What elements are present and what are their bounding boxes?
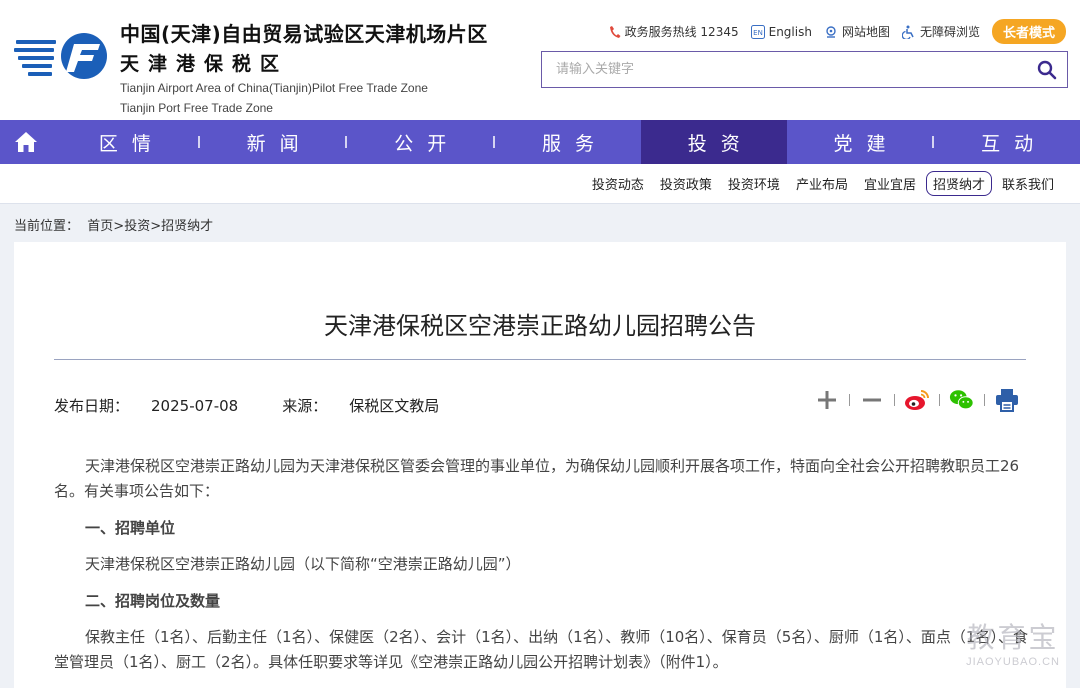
nav-item-label: 服务 (542, 132, 609, 155)
article-source: 来源： 保税区文教局 (282, 397, 461, 415)
search-box (541, 51, 1068, 88)
site-title-en-2: Tianjin Port Free Trade Zone (120, 101, 273, 115)
print-button[interactable] (994, 387, 1020, 413)
tool-divider (939, 394, 940, 406)
nav-item-invest[interactable]: 投资 (640, 120, 787, 164)
top-links: 政务服务热线 12345 EN English 网站地图 无障碍浏览 长者模式 (609, 19, 1066, 44)
share-weibo-button[interactable] (904, 387, 930, 413)
source-value: 保税区文教局 (349, 397, 440, 415)
subnav-item-recruit[interactable]: 招贤纳才 (925, 171, 992, 196)
nav-item-label: 投资 (687, 132, 754, 155)
site-header: 中国(天津)自由贸易试验区天津机场片区 天津港保税区 Tianjin Airpo… (0, 0, 1080, 120)
article-meta: 发布日期： 2025-07-08 来源： 保税区文教局 (54, 395, 483, 416)
plus-icon (818, 391, 836, 409)
tool-divider (849, 394, 850, 406)
phone-icon (609, 25, 621, 38)
section-heading: 一、招聘单位 (85, 519, 176, 537)
section-text: 天津港保税区空港崇正路幼儿园（以下简称“空港崇正路幼儿园”） (85, 555, 521, 573)
publish-date-label: 发布日期： (54, 397, 130, 415)
article-tools (814, 387, 1020, 413)
english-icon: EN (750, 24, 765, 39)
nav-item-quqing[interactable]: 区情 (52, 120, 198, 164)
title-divider (54, 359, 1026, 360)
publish-date: 发布日期： 2025-07-08 (54, 397, 260, 415)
site-titles: 中国(天津)自由贸易试验区天津机场片区 天津港保税区 Tianjin Airpo… (120, 18, 488, 116)
search-icon[interactable] (1037, 60, 1057, 80)
minus-icon (863, 398, 881, 402)
weibo-icon (905, 390, 929, 410)
nav-item-label: 互动 (981, 132, 1048, 155)
watermark-logo: 教育宝 JIAOYUBAO.CN (966, 616, 1060, 668)
hotline-text: 政务服务热线 12345 (624, 25, 739, 39)
tool-divider (984, 394, 985, 406)
nav-home[interactable] (0, 120, 52, 164)
breadcrumb: 当前位置： 首页>投资>招贤纳才 (14, 215, 213, 234)
nav-item-label: 新闻 (246, 132, 313, 155)
nav-item-label: 党建 (833, 132, 900, 155)
site-subtitle-cn: 天津港保税区 (120, 53, 289, 75)
subnav-item-invest-env[interactable]: 投资环境 (722, 172, 786, 195)
elder-mode-button[interactable]: 长者模式 (991, 19, 1066, 44)
english-text: English (768, 24, 812, 39)
breadcrumb-prefix: 当前位置： (14, 219, 80, 234)
svg-text:EN: EN (753, 29, 763, 37)
share-wechat-button[interactable] (949, 387, 975, 413)
nav-item-label: 公开 (394, 132, 461, 155)
article-panel: 天津港保税区空港崇正路幼儿园招聘公告 发布日期： 2025-07-08 来源： 保税区… (14, 242, 1066, 688)
subnav-item-contact[interactable]: 联系我们 (996, 172, 1060, 195)
publish-date-value: 2025-07-08 (151, 397, 239, 415)
watermark-en: JIAOYUBAO.CN (966, 656, 1060, 668)
section-heading: 二、招聘岗位及数量 (85, 592, 221, 610)
subnav-item-invest-news[interactable]: 投资动态 (586, 172, 650, 195)
search-input[interactable] (542, 52, 1012, 87)
article-body: 天津港保税区空港崇正路幼儿园为天津港保税区管委会管理的事业单位，为确保幼儿园顺利… (54, 454, 1034, 687)
subnav-item-livable[interactable]: 宜业宜居 (858, 172, 922, 195)
nav-item-interact[interactable]: 互动 (934, 120, 1080, 164)
section-text: 保教主任（1名）、后勤主任（1名）、保健医（2名）、会计（1名）、出纳（1名）、… (54, 628, 1028, 671)
main-nav: 区情 新闻 公开 服务 投资 党建 互动 (0, 120, 1080, 164)
nav-item-party[interactable]: 党建 (787, 120, 933, 164)
breadcrumb-separator: > (150, 219, 162, 234)
subnav-item-invest-policy[interactable]: 投资政策 (654, 172, 718, 195)
sitemap-icon (826, 25, 836, 38)
hotline-link[interactable]: 政务服务热线 12345 (609, 23, 739, 40)
tool-divider (894, 394, 895, 406)
site-title-cn: 中国(天津)自由贸易试验区天津机场片区 (120, 22, 488, 46)
site-title-en-1: Tianjin Airport Area of China(Tianjin)Pi… (120, 81, 428, 95)
breadcrumb-separator: > (113, 219, 125, 234)
site-logo[interactable] (14, 30, 110, 80)
accessible-text: 无障碍浏览 (919, 25, 980, 39)
watermark-cn: 教育宝 (966, 621, 1060, 654)
font-increase-button[interactable] (814, 387, 840, 413)
nav-item-label: 区情 (98, 132, 165, 155)
english-link[interactable]: EN English (750, 24, 812, 39)
nav-item-news[interactable]: 新闻 (200, 120, 346, 164)
article-title: 天津港保税区空港崇正路幼儿园招聘公告 (324, 312, 756, 340)
printer-icon (996, 389, 1018, 412)
breadcrumb-recruit[interactable]: 招贤纳才 (161, 219, 213, 234)
home-icon (15, 132, 37, 152)
sitemap-link[interactable]: 网站地图 (824, 23, 890, 40)
nav-item-public[interactable]: 公开 (347, 120, 493, 164)
source-label: 来源： (282, 397, 328, 415)
sub-nav: 投资动态 投资政策 投资环境 产业布局 宜业宜居 招贤纳才 联系我们 (0, 164, 1080, 204)
wechat-icon (949, 390, 974, 410)
nav-item-service[interactable]: 服务 (495, 120, 641, 164)
font-decrease-button[interactable] (859, 387, 885, 413)
subnav-item-industry[interactable]: 产业布局 (790, 172, 854, 195)
accessible-link[interactable]: 无障碍浏览 (901, 23, 980, 40)
breadcrumb-home[interactable]: 首页 (87, 219, 113, 234)
accessibility-icon (901, 25, 914, 39)
sitemap-text: 网站地图 (841, 25, 890, 39)
breadcrumb-invest[interactable]: 投资 (124, 219, 150, 234)
article-intro: 天津港保税区空港崇正路幼儿园为天津港保税区管委会管理的事业单位，为确保幼儿园顺利… (54, 457, 1020, 500)
